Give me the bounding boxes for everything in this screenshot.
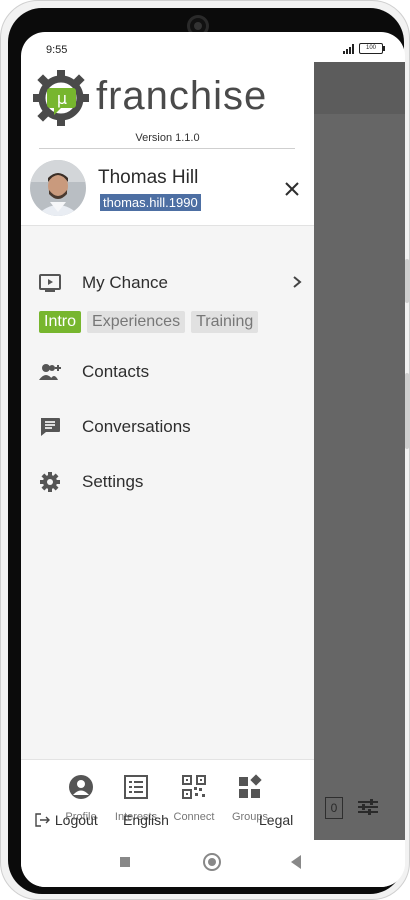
- menu-label-my-chance: My Chance: [82, 273, 168, 292]
- back-button[interactable]: [291, 855, 301, 869]
- menu-label-settings: Settings: [82, 472, 144, 491]
- scrim-overlay[interactable]: 0: [314, 62, 405, 840]
- menu-item-contacts[interactable]: Contacts: [21, 352, 314, 392]
- background-toolbar: [314, 62, 405, 114]
- filter-icon: [356, 797, 380, 817]
- profile-icon: [69, 775, 93, 799]
- phone-bezel: 9:55 100 0 µ franchise Version 1.1.0 Tho…: [8, 8, 405, 894]
- menu-label-conversations: Conversations: [82, 417, 191, 436]
- franchise-logo: µ franchise: [33, 70, 303, 126]
- gear-icon: [39, 472, 61, 492]
- legal-link[interactable]: Legal: [259, 812, 293, 828]
- power-button: [405, 373, 409, 449]
- recents-button[interactable]: [120, 857, 130, 867]
- status-icons: 100: [343, 43, 385, 54]
- background-count: 0: [325, 797, 343, 819]
- drawer-header: µ franchise Version 1.1.0 Thomas Hill th…: [21, 62, 314, 226]
- close-icon[interactable]: [283, 180, 301, 198]
- user-handle: thomas.hill.1990: [100, 194, 201, 211]
- chip-experiences[interactable]: Experiences: [87, 311, 186, 333]
- header-divider: [39, 148, 295, 149]
- menu-label-contacts: Contacts: [82, 362, 150, 381]
- screen: 9:55 100 0 µ franchise Version 1.1.0 Tho…: [21, 32, 405, 887]
- chevron-right-icon: [291, 275, 303, 289]
- chat-icon: [39, 417, 61, 437]
- footer-links: Logout English Legal: [21, 812, 314, 832]
- logout-label: Logout: [54, 812, 98, 828]
- system-nav-bar: [21, 840, 405, 887]
- app-version: Version 1.1.0: [135, 132, 200, 144]
- signal-icon: [343, 43, 354, 54]
- my-chance-chips: Intro Experiences Training: [39, 311, 259, 333]
- groups-icon: [239, 774, 262, 798]
- home-button[interactable]: [203, 853, 221, 871]
- menu-item-settings[interactable]: Settings: [21, 462, 314, 502]
- user-name: Thomas Hill: [98, 167, 199, 188]
- qr-code-icon: [182, 775, 206, 799]
- add-contact-icon: [39, 362, 61, 382]
- menu-item-my-chance[interactable]: My Chance: [21, 263, 314, 303]
- chip-intro[interactable]: Intro: [39, 311, 82, 333]
- menu-item-conversations[interactable]: Conversations: [21, 407, 314, 447]
- language-link[interactable]: English: [123, 812, 169, 828]
- status-time: 9:55: [46, 44, 68, 56]
- video-icon: [39, 273, 61, 293]
- interests-icon: [124, 775, 148, 799]
- avatar[interactable]: [30, 160, 86, 216]
- battery-icon: 100: [359, 43, 385, 54]
- chip-training[interactable]: Training: [191, 311, 259, 333]
- phone-frame: 9:55 100 0 µ franchise Version 1.1.0 Tho…: [0, 0, 410, 900]
- svg-text:µ: µ: [57, 89, 67, 108]
- logo-gear-icon: µ: [33, 70, 89, 126]
- volume-button: [405, 259, 409, 303]
- logo-wordmark: franchise: [96, 74, 268, 118]
- navigation-drawer: µ franchise Version 1.1.0 Thomas Hill th…: [21, 62, 314, 841]
- logout-link[interactable]: Logout: [35, 812, 98, 828]
- logout-icon: [35, 813, 50, 827]
